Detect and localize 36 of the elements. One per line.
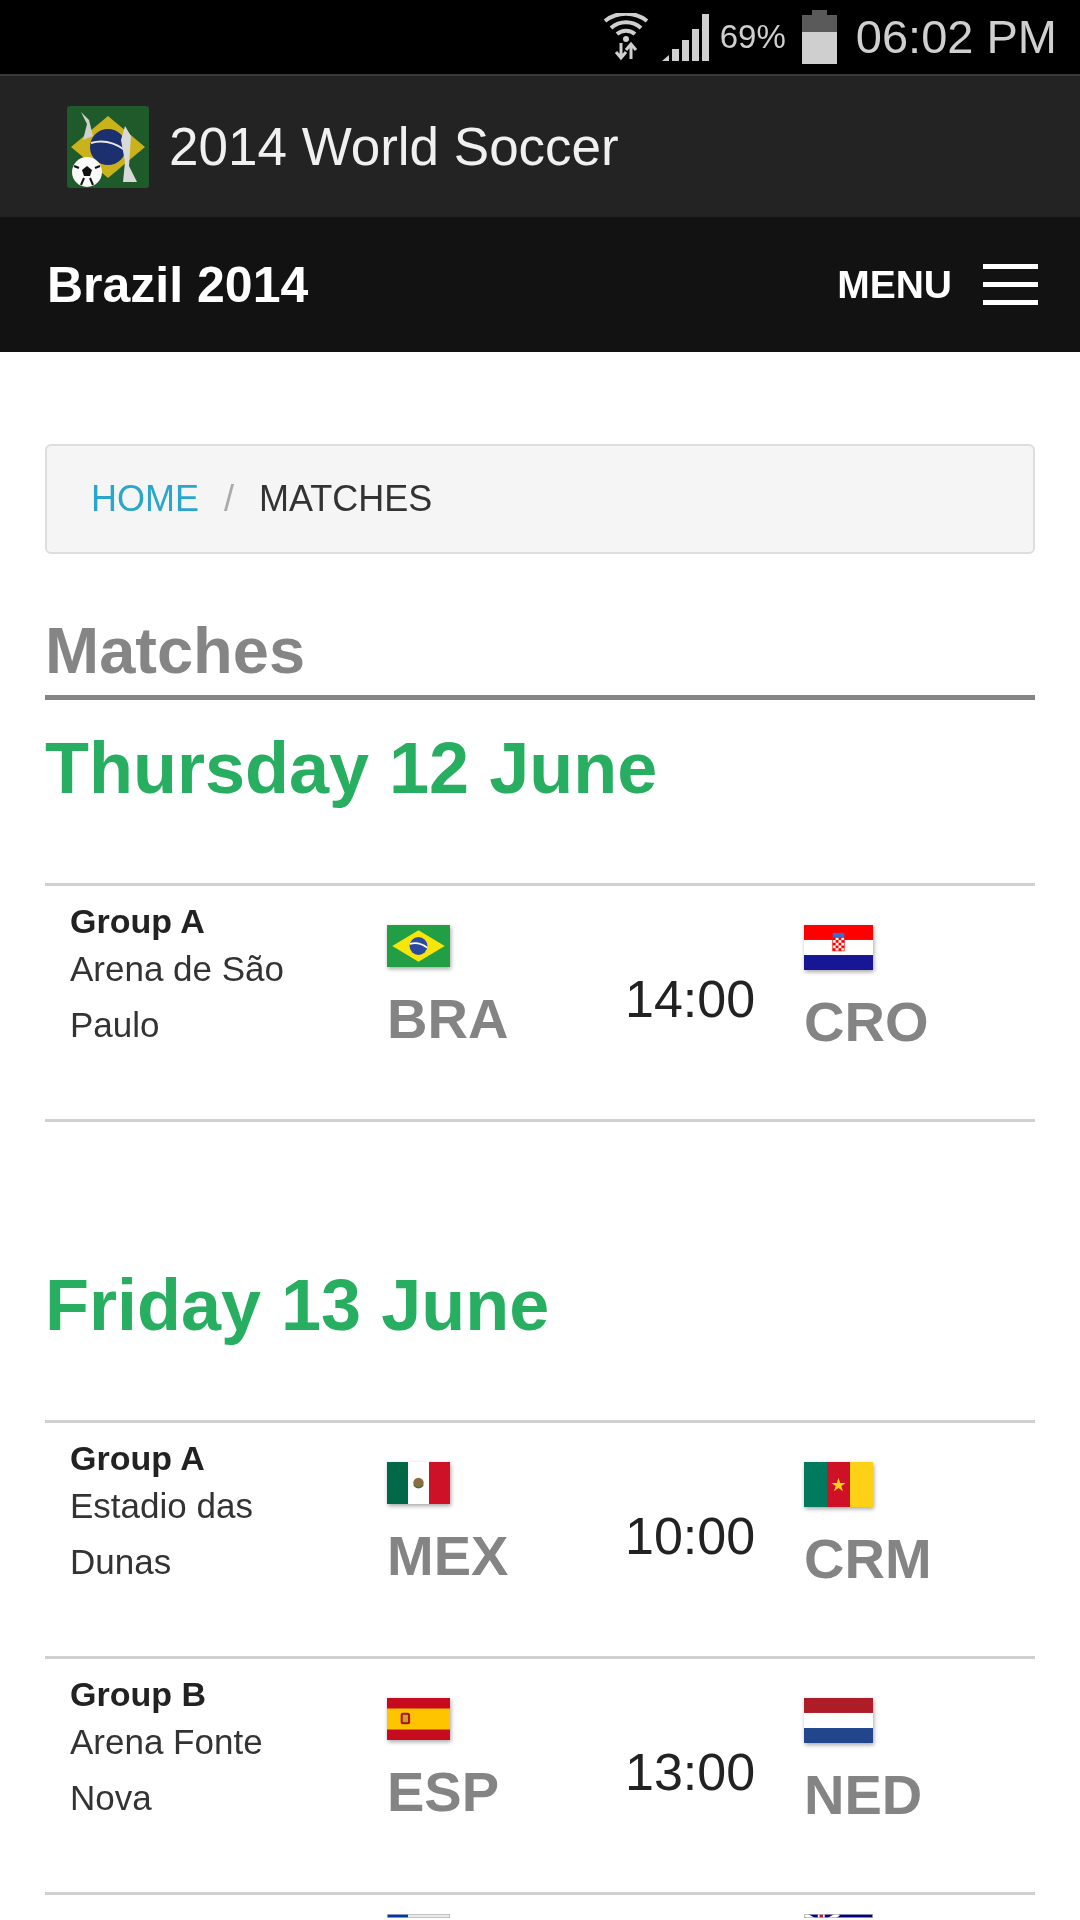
team-code: BRA: [387, 988, 509, 1050]
team-code: CRM: [804, 1528, 932, 1590]
breadcrumb-current: MATCHES: [259, 477, 433, 521]
brazil-flag-icon: [387, 925, 450, 967]
day-heading: Friday 13 June: [45, 1264, 551, 1347]
team-code: MEX: [387, 1525, 509, 1587]
page-title: Matches: [45, 615, 1035, 700]
battery-percent: 69%: [719, 17, 786, 57]
venue-name: Arena de São Paulo: [70, 948, 286, 1046]
kickoff-time: 14:00: [625, 969, 756, 1029]
kickoff-time: 10:00: [625, 1506, 756, 1566]
app-title: 2014 World Soccer: [169, 115, 619, 178]
team-code: CRO: [804, 991, 929, 1053]
mexico-flag-icon: [387, 1462, 450, 1504]
group-label: Group B: [70, 1674, 206, 1714]
group-label: Group A: [70, 1438, 205, 1478]
kickoff-time: 13:00: [625, 1742, 756, 1802]
team-code: NED: [804, 1764, 923, 1826]
spain-flag-icon: [387, 1698, 450, 1740]
menu-button[interactable]: MENU: [837, 260, 1038, 309]
site-brand[interactable]: Brazil 2014: [47, 255, 309, 314]
venue-name: Arena Fonte Nova: [70, 1721, 264, 1819]
day-heading: Thursday 12 June: [45, 727, 659, 810]
chile-flag-icon: [387, 1914, 450, 1918]
status-time: 06:02 PM: [855, 10, 1057, 64]
netherlands-flag-icon: [804, 1698, 873, 1743]
menu-icon: [983, 264, 1038, 305]
group-label: Group A: [70, 901, 205, 941]
signal-icon: [661, 13, 709, 61]
breadcrumb-separator: /: [224, 477, 234, 521]
venue-name: Estadio das Dunas: [70, 1485, 254, 1583]
cameroon-flag-icon: [804, 1462, 873, 1507]
battery-icon: [801, 10, 837, 64]
app-logo-icon: [67, 105, 149, 188]
croatia-flag-icon: [804, 925, 873, 970]
team-code: ESP: [387, 1761, 500, 1823]
